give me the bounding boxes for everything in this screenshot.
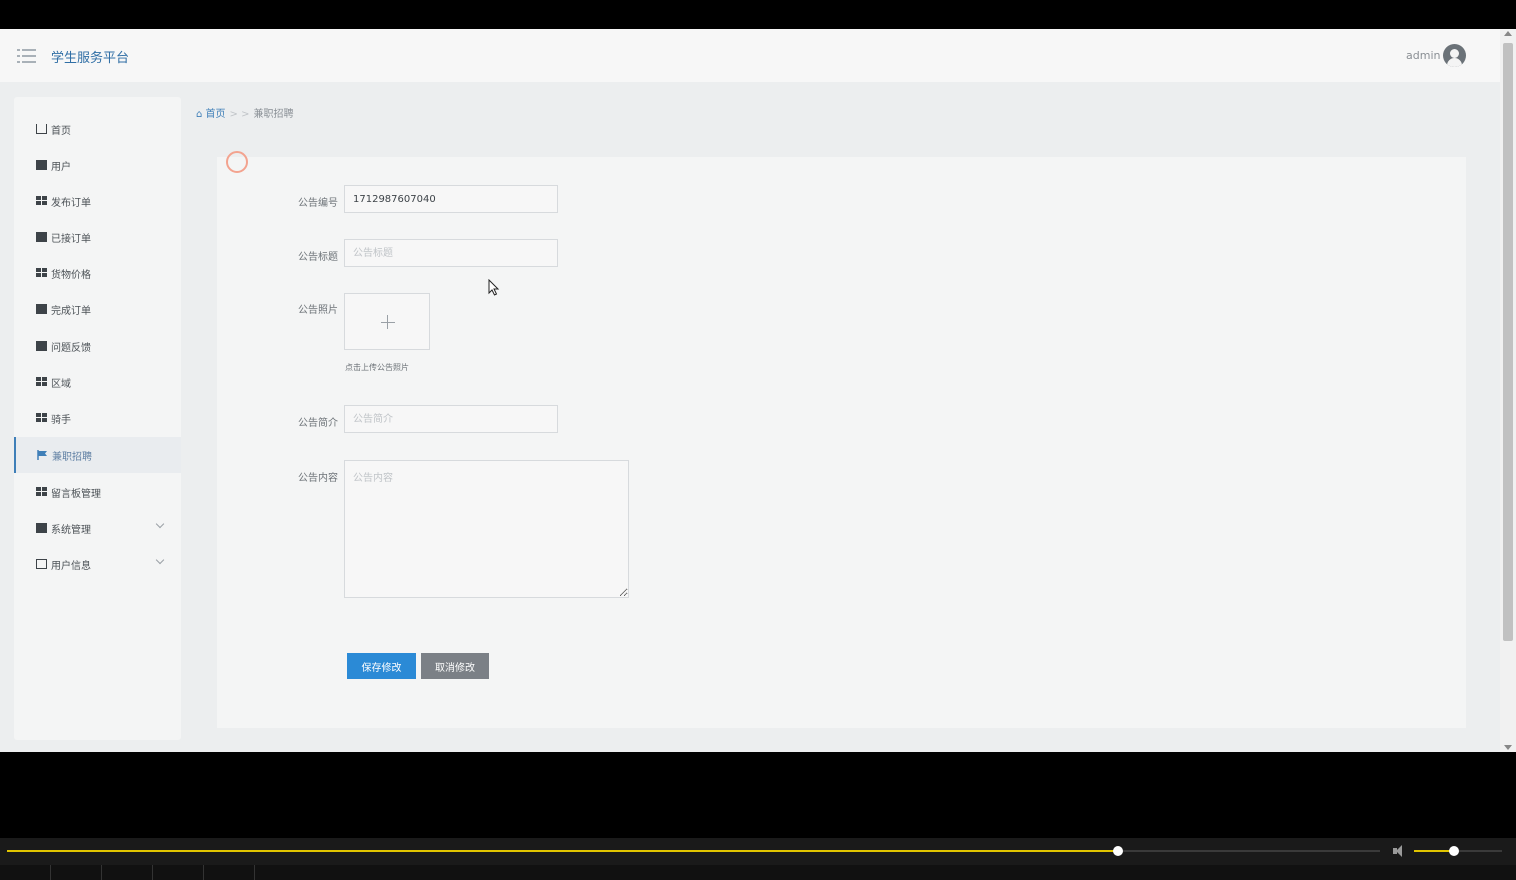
monitor-icon bbox=[36, 304, 47, 314]
scrollbar-thumb[interactable] bbox=[1503, 43, 1513, 641]
volume-handle[interactable] bbox=[1448, 846, 1459, 856]
sidebar-item-label: 系统管理 bbox=[51, 525, 91, 536]
brand-title: 学生服务平台 bbox=[51, 51, 130, 66]
mouse-cursor-icon bbox=[488, 279, 500, 296]
top-header: 学生服务平台 admin bbox=[0, 29, 1500, 82]
sidebar-item-label: 发布订单 bbox=[51, 198, 91, 209]
sidebar-item-label: 用户 bbox=[51, 162, 71, 173]
sidebar-item-area[interactable]: 区域 bbox=[14, 364, 181, 400]
user-card-icon bbox=[36, 160, 47, 170]
breadcrumb: ⌂ 首页 > > 兼职招聘 bbox=[196, 105, 293, 120]
title-field[interactable] bbox=[344, 239, 558, 267]
sidebar-item-label: 留言板管理 bbox=[51, 489, 101, 500]
scroll-up-icon[interactable] bbox=[1504, 31, 1512, 36]
number-label: 公告编号 bbox=[298, 198, 338, 209]
grid-icon bbox=[36, 268, 47, 278]
sidebar-item-completed-order[interactable]: 完成订单 bbox=[14, 291, 181, 327]
cancel-button[interactable]: 取消修改 bbox=[421, 653, 489, 679]
sidebar-item-label: 兼职招聘 bbox=[52, 452, 92, 463]
breadcrumb-home[interactable]: ⌂ 首页 bbox=[196, 109, 226, 120]
grid-icon bbox=[36, 487, 47, 497]
sidebar-item-user-info[interactable]: 用户信息 bbox=[14, 546, 181, 582]
top-letterbox bbox=[0, 0, 1516, 29]
briefcase-icon bbox=[36, 523, 47, 533]
video-player-controls bbox=[0, 838, 1516, 880]
sidebar-item-label: 首页 bbox=[51, 126, 71, 137]
volume-level bbox=[1414, 850, 1454, 852]
card-icon bbox=[36, 559, 47, 569]
photo-upload-button[interactable] bbox=[344, 293, 430, 350]
sidebar-item-label: 货物价格 bbox=[51, 270, 91, 281]
chart-icon bbox=[36, 341, 47, 351]
sidebar-item-part-time-recruit[interactable]: 兼职招聘 bbox=[14, 437, 181, 473]
vertical-scrollbar[interactable] bbox=[1500, 29, 1516, 752]
photo-label: 公告照片 bbox=[298, 305, 338, 316]
sidebar-item-goods-price[interactable]: 货物价格 bbox=[14, 255, 181, 291]
sidebar-item-label: 用户信息 bbox=[51, 561, 91, 572]
title-label: 公告标题 bbox=[298, 252, 338, 263]
photo-upload-hint: 点击上传公告照片 bbox=[345, 363, 409, 372]
volume-icon[interactable] bbox=[1392, 844, 1408, 858]
chevron-down-icon bbox=[155, 555, 165, 565]
sidebar-item-feedback[interactable]: 问题反馈 bbox=[14, 328, 181, 364]
clipboard-icon bbox=[36, 232, 47, 242]
grid-icon bbox=[36, 413, 47, 423]
volume-slider[interactable] bbox=[1414, 846, 1502, 856]
sidebar-item-rider[interactable]: 骑手 bbox=[14, 400, 181, 436]
plus-icon bbox=[381, 322, 395, 323]
avatar[interactable] bbox=[1443, 44, 1466, 67]
username[interactable]: admin bbox=[1406, 49, 1440, 62]
grid-icon bbox=[36, 377, 47, 387]
grid-icon bbox=[36, 196, 47, 206]
player-bottom-bar bbox=[0, 865, 1516, 880]
home-icon bbox=[36, 124, 47, 134]
app-window: 学生服务平台 admin 首页 用户 发布订单 已接订单 货物价格 完成订单 问… bbox=[0, 29, 1500, 752]
sidebar-item-accepted-order[interactable]: 已接订单 bbox=[14, 219, 181, 255]
sidebar-item-home[interactable]: 首页 bbox=[14, 111, 181, 147]
sidebar-item-users[interactable]: 用户 bbox=[14, 147, 181, 183]
number-field[interactable] bbox=[344, 185, 558, 213]
breadcrumb-current: 兼职招聘 bbox=[253, 109, 294, 120]
seek-bar[interactable] bbox=[7, 846, 1380, 856]
intro-field[interactable] bbox=[344, 405, 558, 433]
scroll-down-icon[interactable] bbox=[1504, 745, 1512, 750]
sidebar-item-label: 完成订单 bbox=[51, 306, 91, 317]
content-label: 公告内容 bbox=[298, 473, 338, 484]
sidebar-item-label: 已接订单 bbox=[51, 234, 91, 245]
sidebar-item-label: 区域 bbox=[51, 379, 71, 390]
sidebar-item-publish-order[interactable]: 发布订单 bbox=[14, 183, 181, 219]
flag-icon bbox=[37, 450, 47, 460]
breadcrumb-separator: > > bbox=[229, 109, 250, 120]
chevron-down-icon bbox=[155, 519, 165, 529]
loading-spinner-icon bbox=[226, 151, 248, 173]
sidebar-item-system-management[interactable]: 系统管理 bbox=[14, 510, 181, 546]
save-button[interactable]: 保存修改 bbox=[347, 653, 416, 679]
seek-handle[interactable] bbox=[1112, 846, 1123, 856]
sidebar-item-label: 骑手 bbox=[51, 415, 71, 426]
sidebar-item-message-board[interactable]: 留言板管理 bbox=[14, 474, 181, 510]
sidebar: 首页 用户 发布订单 已接订单 货物价格 完成订单 问题反馈 区域 骑手 兼职招… bbox=[14, 97, 181, 740]
seek-progress bbox=[7, 850, 1118, 852]
content-textarea[interactable] bbox=[344, 460, 629, 598]
intro-label: 公告简介 bbox=[298, 418, 338, 429]
menu-toggle-icon[interactable] bbox=[17, 49, 37, 63]
sidebar-item-label: 问题反馈 bbox=[51, 343, 91, 354]
